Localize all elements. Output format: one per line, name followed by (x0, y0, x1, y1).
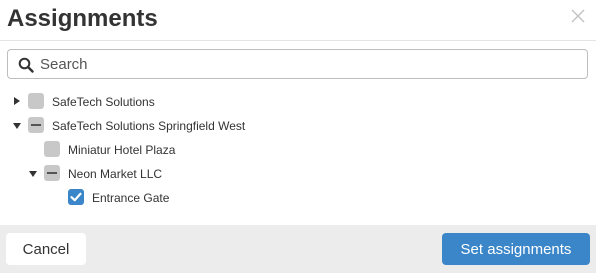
tree-checkbox-entrance-gate[interactable] (68, 189, 84, 205)
tree-label-safetech-solutions: SafeTech Solutions (52, 95, 155, 109)
checkmark-icon (70, 192, 82, 202)
tree-checkbox-miniatur-hotel-plaza[interactable] (44, 141, 60, 157)
tree-checkbox-safetech-solutions[interactable] (28, 93, 44, 109)
tree-checkbox-neon-market-llc[interactable] (44, 165, 60, 181)
search-input[interactable] (40, 52, 570, 76)
dialog-footer: Cancel Set assignments (0, 225, 596, 273)
tree-label-miniatur-hotel-plaza: Miniatur Hotel Plaza (68, 143, 176, 157)
expand-arrow-icon[interactable] (12, 96, 22, 106)
search-box (7, 49, 588, 79)
dialog-title: Assignments (7, 5, 158, 32)
tree-label-entrance-gate: Entrance Gate (92, 191, 170, 205)
assignments-dialog: Assignments SafeTech Solutions SafeTech … (0, 0, 596, 273)
tree-label-neon-market-llc: Neon Market LLC (68, 167, 163, 181)
collapse-arrow-icon[interactable] (28, 169, 38, 179)
cancel-button[interactable]: Cancel (6, 233, 86, 265)
close-icon[interactable] (570, 8, 586, 24)
tree-checkbox-safetech-springfield-west[interactable] (28, 117, 44, 133)
tree-label-safetech-springfield-west: SafeTech Solutions Springfield West (52, 119, 246, 133)
search-icon (18, 57, 34, 73)
dialog-header: Assignments (0, 0, 596, 41)
set-assignments-button[interactable]: Set assignments (442, 233, 590, 265)
collapse-arrow-icon[interactable] (12, 121, 22, 131)
